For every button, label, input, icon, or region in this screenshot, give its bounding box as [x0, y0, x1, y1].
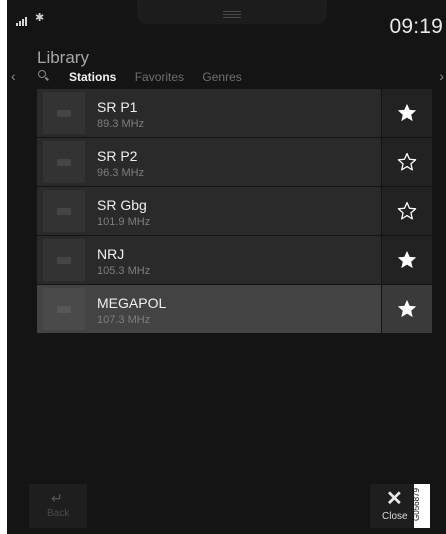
star-filled-icon: [397, 103, 417, 122]
favorite-button[interactable]: [381, 187, 432, 235]
back-arrow-icon: ↵: [51, 490, 63, 506]
station-name: MEGAPOL: [97, 295, 167, 311]
star-outline-icon: [397, 152, 417, 171]
tab-genres[interactable]: Genres: [202, 70, 241, 84]
bluetooth-icon: ✱: [35, 12, 45, 24]
station-logo: [43, 288, 85, 330]
station-frequency: 89.3 MHz: [97, 118, 145, 130]
page-title: Library: [37, 48, 89, 67]
clock: 09:19: [389, 15, 443, 38]
favorite-button[interactable]: [381, 138, 432, 186]
station-frequency: 107.3 MHz: [97, 314, 151, 326]
status-bar: ✱ 09:19: [7, 0, 446, 40]
station-row[interactable]: NRJ 105.3 MHz: [37, 236, 432, 284]
station-row[interactable]: SR Gbg 101.9 MHz: [37, 187, 432, 235]
back-label: Back: [47, 508, 70, 519]
station-name: NRJ: [97, 246, 125, 262]
station-list: SR P1 89.3 MHz SR P2 96.3 MHz SR Gbg 101…: [37, 89, 432, 334]
station-row[interactable]: SR P2 96.3 MHz: [37, 138, 432, 186]
station-logo: [43, 239, 85, 281]
station-frequency: 105.3 MHz: [97, 265, 151, 277]
signal-icon: [16, 14, 30, 26]
top-view-handle[interactable]: [137, 0, 327, 24]
close-icon: ✕: [386, 488, 403, 510]
figure-code-text: G056879: [411, 488, 421, 521]
tab-bar: Stations Favorites Genres: [69, 70, 257, 88]
figure-code: G056879: [411, 484, 430, 528]
search-icon[interactable]: [38, 70, 49, 81]
station-logo: [43, 92, 85, 134]
station-name: SR Gbg: [97, 197, 147, 213]
favorite-button[interactable]: [381, 236, 432, 284]
star-filled-icon: [397, 299, 417, 318]
tab-stations[interactable]: Stations: [69, 70, 116, 84]
station-row-selected[interactable]: MEGAPOL 107.3 MHz: [37, 285, 432, 333]
tab-favorites[interactable]: Favorites: [135, 70, 184, 84]
favorite-button[interactable]: [381, 89, 432, 137]
back-button[interactable]: ↵ Back: [29, 484, 87, 528]
station-name: SR P1: [97, 99, 138, 115]
station-row[interactable]: SR P1 89.3 MHz: [37, 89, 432, 137]
chevron-right-icon[interactable]: ›: [439, 68, 444, 84]
station-frequency: 96.3 MHz: [97, 167, 145, 179]
star-outline-icon: [397, 201, 417, 220]
chevron-left-icon[interactable]: ‹: [11, 68, 16, 84]
station-name: SR P2: [97, 148, 138, 164]
station-logo: [43, 190, 85, 232]
favorite-button[interactable]: [381, 285, 432, 333]
infotainment-screen: ✱ 09:19 Library ‹ › Stations Favorites G…: [7, 0, 446, 534]
station-logo: [43, 141, 85, 183]
close-label: Close: [382, 511, 408, 522]
station-frequency: 101.9 MHz: [97, 216, 151, 228]
star-filled-icon: [397, 250, 417, 269]
bottom-bar: ↵ Back ✕ Close: [7, 478, 446, 534]
